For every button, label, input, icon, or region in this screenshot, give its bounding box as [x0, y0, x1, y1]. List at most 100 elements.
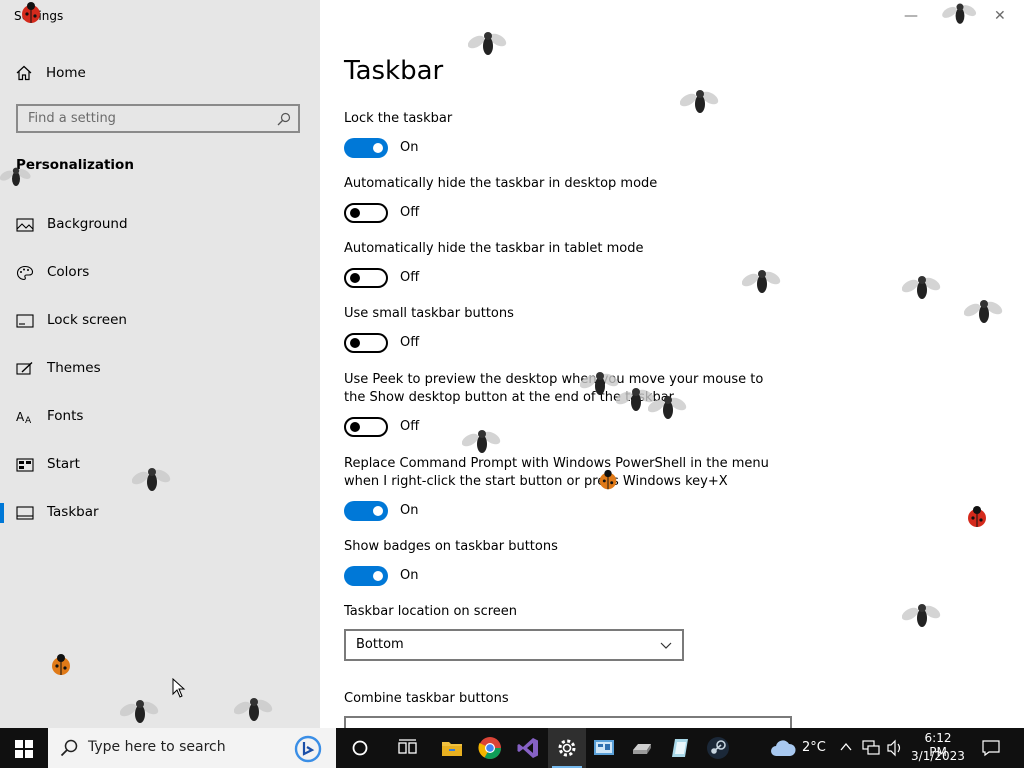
chevron-up-icon[interactable]	[840, 742, 852, 752]
weather-cloud-icon[interactable]	[770, 738, 796, 758]
picture-icon	[16, 218, 34, 232]
toggle-knob	[373, 571, 383, 581]
sidebar-item-label: Fonts	[47, 408, 84, 424]
sidebar-item-label: Lock screen	[47, 312, 127, 328]
home-link[interactable]: Home	[16, 62, 86, 84]
home-icon	[16, 65, 32, 81]
toggle-autohide-desktop[interactable]	[344, 203, 388, 223]
combine-label: Combine taskbar buttons	[344, 691, 509, 706]
taskbar-search-box[interactable]: Type here to search	[48, 728, 336, 768]
svg-text:A: A	[16, 410, 25, 424]
dropdown-value: Bottom	[356, 637, 404, 652]
toggle-lock-taskbar[interactable]	[344, 138, 388, 158]
fly-icon	[580, 372, 619, 395]
taskbar-icon	[16, 506, 34, 520]
toggle-autohide-tablet[interactable]	[344, 268, 388, 288]
ladybug-icon	[968, 506, 986, 527]
toggle-state-label: Off	[400, 419, 420, 434]
windows-logo-icon	[15, 740, 33, 758]
notepad-icon[interactable]	[668, 736, 692, 760]
ladybug-icon	[22, 2, 40, 23]
settings-icon	[558, 739, 576, 757]
fly-icon	[902, 604, 941, 627]
toggle-state-label: Off	[400, 270, 420, 285]
toggle-small-buttons[interactable]	[344, 333, 388, 353]
toggle-knob	[350, 273, 360, 283]
bing-icon[interactable]	[294, 735, 322, 763]
fly-icon	[964, 300, 1003, 323]
fly-icon	[942, 3, 977, 24]
search-placeholder: Find a setting	[28, 111, 116, 126]
chevron-down-icon	[660, 642, 672, 649]
sidebar-item-colors[interactable]: Colors	[0, 253, 320, 293]
sidebar-item-fonts[interactable]: AA Fonts	[0, 397, 320, 437]
toggle-peek[interactable]	[344, 417, 388, 437]
fly-icon	[648, 396, 687, 419]
fly-icon	[462, 430, 501, 453]
toggle-knob	[373, 143, 383, 153]
toggle-state-label: On	[400, 503, 419, 518]
sidebar-item-label: Background	[47, 216, 128, 232]
steam-icon[interactable]	[706, 736, 730, 760]
ladybug-icon	[599, 469, 617, 490]
toggle-knob	[373, 506, 383, 516]
sidebar-item-label: Taskbar	[47, 504, 99, 520]
fly-icon	[468, 32, 507, 55]
file-explorer-icon[interactable]	[440, 736, 464, 760]
volume-icon[interactable]	[886, 739, 904, 757]
setting-label-powershell: Replace Command Prompt with Windows Powe…	[344, 456, 769, 489]
mouse-cursor-icon	[172, 678, 186, 698]
location-label: Taskbar location on screen	[344, 604, 518, 619]
windows-taskbar: Type here to search 2°C 6:12 PM 3/1/2023	[0, 728, 1024, 768]
close-button[interactable]: ✕	[994, 8, 1006, 24]
fly-icon	[132, 468, 171, 491]
settings-taskbar-button[interactable]	[548, 728, 586, 768]
sidebar-item-taskbar[interactable]: Taskbar	[0, 493, 320, 533]
palette-icon	[16, 265, 34, 281]
start-icon	[16, 458, 34, 472]
chrome-icon[interactable]	[478, 736, 502, 760]
visual-studio-icon[interactable]	[516, 736, 540, 760]
home-label: Home	[46, 65, 86, 81]
svg-text:A: A	[25, 416, 32, 425]
fly-icon	[680, 90, 719, 113]
taskbar-location-dropdown[interactable]: Bottom	[344, 629, 684, 661]
setting-label-autohide-tablet: Automatically hide the taskbar in tablet…	[344, 241, 644, 256]
themes-icon	[16, 361, 33, 375]
sidebar-item-themes[interactable]: Themes	[0, 349, 320, 389]
lock-screen-icon	[16, 314, 34, 328]
temperature-label[interactable]: 2°C	[802, 740, 826, 755]
toggle-state-label: Off	[400, 335, 420, 350]
sidebar-item-lock-screen[interactable]: Lock screen	[0, 301, 320, 341]
taskbar-search-placeholder: Type here to search	[88, 739, 226, 755]
cortana-icon[interactable]	[348, 736, 372, 760]
clock-date[interactable]: 3/1/2023	[908, 749, 968, 763]
toggle-state-label: On	[400, 140, 419, 155]
fly-icon	[902, 276, 941, 299]
fly-icon	[742, 270, 781, 293]
fly-icon	[0, 167, 31, 186]
start-button[interactable]	[0, 728, 48, 768]
drive-icon[interactable]	[630, 736, 654, 760]
search-icon[interactable]	[277, 112, 291, 126]
fly-icon	[120, 700, 159, 723]
minimize-button[interactable]: —	[904, 8, 918, 24]
toggle-knob	[350, 208, 360, 218]
toggle-knob	[350, 422, 360, 432]
find-setting-search[interactable]: Find a setting	[16, 104, 300, 133]
sidebar-item-label: Start	[47, 456, 80, 472]
toggle-badges[interactable]	[344, 566, 388, 586]
fonts-icon: AA	[16, 410, 32, 425]
task-view-icon[interactable]	[396, 736, 420, 760]
page-title: Taskbar	[344, 56, 444, 86]
toggle-powershell[interactable]	[344, 501, 388, 521]
control-panel-icon[interactable]	[592, 736, 616, 760]
notification-icon[interactable]	[982, 739, 1000, 757]
network-icon[interactable]	[862, 739, 880, 757]
sidebar-item-background[interactable]: Background	[0, 205, 320, 245]
settings-sidebar: Settings Home Find a setting Personaliza…	[0, 0, 320, 728]
section-heading: Personalization	[16, 157, 134, 173]
ladybug-icon	[52, 654, 70, 675]
sidebar-item-label: Themes	[47, 360, 101, 376]
toggle-state-label: Off	[400, 205, 420, 220]
